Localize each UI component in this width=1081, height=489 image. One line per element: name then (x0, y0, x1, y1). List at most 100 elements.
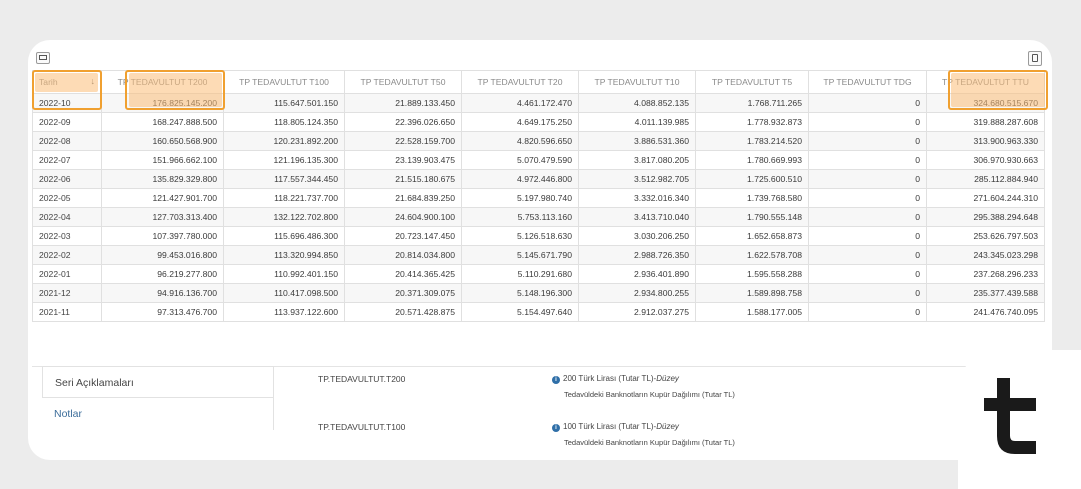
value-cell: 1.595.558.288 (695, 264, 809, 284)
value-cell: 1.739.768.580 (695, 188, 809, 208)
value-cell: 1.780.669.993 (695, 150, 809, 170)
value-cell: 1.778.932.873 (695, 112, 809, 132)
value-cell: 20.571.428.875 (344, 302, 462, 322)
value-cell: 135.829.329.800 (101, 169, 224, 189)
value-cell: 20.814.034.800 (344, 245, 462, 265)
value-cell: 22.396.026.650 (344, 112, 462, 132)
value-cell: 4.820.596.650 (461, 131, 579, 151)
value-cell: 313.900.963.330 (926, 131, 1045, 151)
value-cell: 1.588.177.005 (695, 302, 809, 322)
series-subtitle-t200: Tedavüldeki Banknotların Kupür Dağılımı … (564, 390, 735, 399)
value-cell: 3.512.982.705 (578, 169, 696, 189)
table-row[interactable]: 2021-11 97.313.476.700 113.937.122.600 20.5… (32, 302, 1045, 322)
value-cell: 24.604.900.100 (344, 207, 462, 227)
value-cell: 3.413.710.040 (578, 207, 696, 227)
column-header-t50[interactable]: TP TEDAVULTUT T50 (344, 70, 462, 94)
column-header-tdg[interactable]: TP TEDAVULTUT TDG (808, 70, 927, 94)
value-cell: 235.377.439.588 (926, 283, 1045, 303)
value-cell: 117.557.344.450 (223, 169, 345, 189)
column-header-tarih[interactable]: Tarih ↓ (32, 70, 102, 94)
value-cell: 271.604.244.310 (926, 188, 1045, 208)
tab-notes[interactable]: Notlar (42, 398, 274, 430)
value-cell: 110.417.098.500 (223, 283, 345, 303)
series-title-level: Düzey (656, 374, 679, 383)
value-cell: 0 (808, 112, 927, 132)
value-cell: 5.110.291.680 (461, 264, 579, 284)
value-cell: 5.197.980.740 (461, 188, 579, 208)
table-row[interactable]: 2022-10 176.825.145.200 115.647.501.150 21.… (32, 93, 1045, 113)
date-cell: 2022-07 (32, 150, 102, 170)
value-cell: 0 (808, 207, 927, 227)
value-cell: 4.461.172.470 (461, 93, 579, 113)
data-grid: Tarih ↓ TP TEDAVULTUT T200 TP TEDAVULTUT … (32, 70, 1045, 322)
value-cell: 5.753.113.160 (461, 207, 579, 227)
value-cell: 5.126.518.630 (461, 226, 579, 246)
value-cell: 1.589.898.758 (695, 283, 809, 303)
table-row[interactable]: 2022-02 99.453.016.800 113.320.994.850 20.8… (32, 245, 1045, 265)
value-cell: 0 (808, 169, 927, 189)
value-cell: 121.196.135.300 (223, 150, 345, 170)
value-cell: 118.805.124.350 (223, 112, 345, 132)
date-cell: 2022-06 (32, 169, 102, 189)
value-cell: 160.650.568.900 (101, 131, 224, 151)
date-cell: 2022-09 (32, 112, 102, 132)
table-row[interactable]: 2022-01 96.219.277.800 110.992.401.150 20.4… (32, 264, 1045, 284)
value-cell: 0 (808, 131, 927, 151)
panel-toggle-icon[interactable] (36, 52, 50, 64)
value-cell: 120.231.892.200 (223, 131, 345, 151)
column-header-t100[interactable]: TP TEDAVULTUT T100 (223, 70, 345, 94)
table-row[interactable]: 2022-09 168.247.888.500 118.805.124.350 22.… (32, 112, 1045, 132)
value-cell: 96.219.277.800 (101, 264, 224, 284)
date-cell: 2022-05 (32, 188, 102, 208)
value-cell: 4.011.139.985 (578, 112, 696, 132)
value-cell: 118.221.737.700 (223, 188, 345, 208)
value-cell: 113.320.994.850 (223, 245, 345, 265)
value-cell: 99.453.016.800 (101, 245, 224, 265)
value-cell: 2.936.401.890 (578, 264, 696, 284)
value-cell: 5.148.196.300 (461, 283, 579, 303)
series-title-t100[interactable]: i 100 Türk Lirası (Tutar TL)-Düzey (552, 422, 679, 432)
value-cell: 21.684.839.250 (344, 188, 462, 208)
value-cell: 5.154.497.640 (461, 302, 579, 322)
column-header-t5[interactable]: TP TEDAVULTUT T5 (695, 70, 809, 94)
series-title-text: 200 Türk Lirası (Tutar TL)- (563, 374, 657, 383)
value-cell: 0 (808, 264, 927, 284)
value-cell: 2.988.726.350 (578, 245, 696, 265)
value-cell: 295.388.294.648 (926, 207, 1045, 227)
table-row[interactable]: 2022-03 107.397.780.000 115.696.486.300 20.… (32, 226, 1045, 246)
value-cell: 0 (808, 245, 927, 265)
value-cell: 4.088.852.135 (578, 93, 696, 113)
table-row[interactable]: 2022-07 151.966.662.100 121.196.135.300 23.… (32, 150, 1045, 170)
date-cell: 2022-01 (32, 264, 102, 284)
value-cell: 0 (808, 283, 927, 303)
excel-export-icon[interactable] (1028, 51, 1042, 66)
date-cell: 2021-11 (32, 302, 102, 322)
table-row[interactable]: 2022-06 135.829.329.800 117.557.344.450 21.… (32, 169, 1045, 189)
tab-series-descriptions[interactable]: Seri Açıklamaları (42, 366, 274, 398)
column-header-t200[interactable]: TP TEDAVULTUT T200 (101, 70, 224, 94)
table-row[interactable]: 2022-05 121.427.901.700 118.221.737.700 21.… (32, 188, 1045, 208)
value-cell: 237.268.296.233 (926, 264, 1045, 284)
series-title-text: 100 Türk Lirası (Tutar TL)- (563, 422, 657, 431)
date-cell: 2022-02 (32, 245, 102, 265)
table-row[interactable]: 2021-12 94.916.136.700 110.417.098.500 20.3… (32, 283, 1045, 303)
sort-down-icon[interactable]: ↓ (91, 76, 96, 86)
value-cell: 3.886.531.360 (578, 131, 696, 151)
column-header-ttu[interactable]: TP TEDAVULTUT TTU (926, 70, 1045, 94)
table-row[interactable]: 2022-08 160.650.568.900 120.231.892.200 22.… (32, 131, 1045, 151)
date-cell: 2022-10 (32, 93, 102, 113)
value-cell: 107.397.780.000 (101, 226, 224, 246)
table-row[interactable]: 2022-04 127.703.313.400 132.122.702.800 24.… (32, 207, 1045, 227)
brand-logo-icon (984, 378, 1036, 454)
series-title-t200[interactable]: i 200 Türk Lirası (Tutar TL)-Düzey (552, 374, 679, 384)
series-subtitle-t100: Tedavüldeki Banknotların Kupür Dağılımı … (564, 438, 735, 447)
column-header-t10[interactable]: TP TEDAVULTUT T10 (578, 70, 696, 94)
column-header-label: Tarih (39, 77, 58, 87)
value-cell: 0 (808, 302, 927, 322)
value-cell: 23.139.903.475 (344, 150, 462, 170)
value-cell: 3.030.206.250 (578, 226, 696, 246)
column-header-t20[interactable]: TP TEDAVULTUT T20 (461, 70, 579, 94)
info-icon: i (552, 424, 560, 432)
grid-body: 2022-10 176.825.145.200 115.647.501.150 21.… (32, 93, 1045, 322)
value-cell: 0 (808, 150, 927, 170)
